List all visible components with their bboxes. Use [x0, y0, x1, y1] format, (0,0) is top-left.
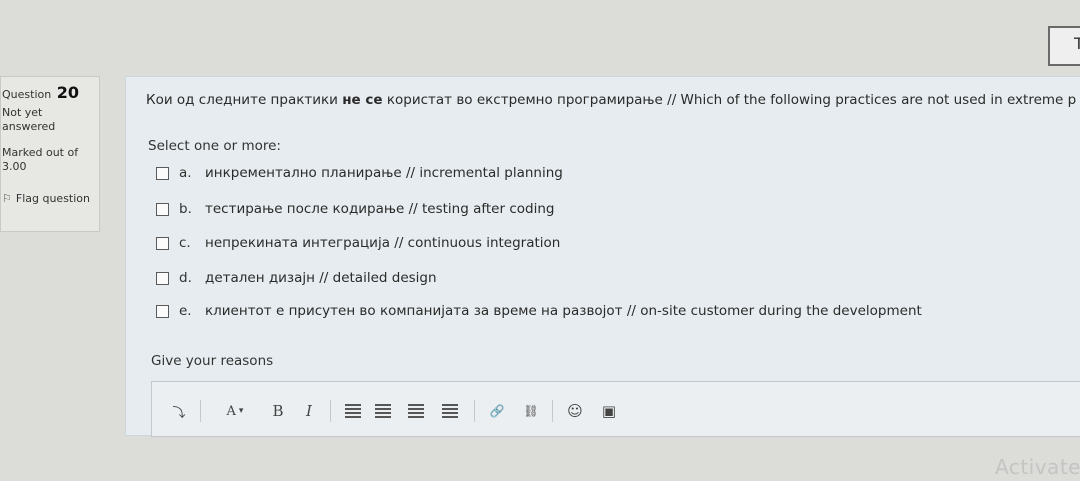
indent-button[interactable]	[441, 402, 459, 420]
option-e-letter: e.	[179, 303, 192, 319]
emoticon-button[interactable]: ☺	[566, 402, 584, 420]
option-b-checkbox[interactable]	[156, 202, 169, 216]
question-label: Question	[2, 88, 52, 101]
bullet-list-button[interactable]	[344, 402, 362, 420]
option-e-label: клиентот е присутен во компанијата за вр…	[205, 303, 922, 319]
toolbar-separator	[552, 400, 553, 422]
option-c[interactable]: c. непрекината интеграција // continuous…	[156, 235, 560, 251]
flag-label: Flag question	[15, 192, 91, 205]
option-b-label: тестирање после кодирање // testing afte…	[205, 201, 555, 217]
toolbar-separator	[330, 400, 331, 422]
answer-editor[interactable]: ⤵ A ▾ B I 🔗 ⛓ ☺ ▣	[151, 381, 1080, 437]
marked-line-1: Marked out of	[2, 146, 79, 159]
option-a-checkbox[interactable]	[156, 166, 169, 180]
option-d[interactable]: d. детален дизајн // detailed design	[156, 270, 437, 286]
corner-widget[interactable]: T	[1048, 26, 1080, 66]
unlink-button[interactable]: ⛓	[522, 402, 540, 420]
option-c-checkbox[interactable]	[156, 236, 169, 250]
question-number: 20	[56, 83, 79, 102]
link-button[interactable]: 🔗	[488, 402, 506, 420]
option-a-label: инкрементално планирање // incremental p…	[205, 165, 563, 181]
question-text-bold: не се	[342, 92, 383, 108]
toolbar-separator	[474, 400, 475, 422]
option-c-letter: c.	[179, 235, 191, 251]
option-c-label: непрекината интеграција // continuous in…	[205, 235, 561, 251]
reasons-label: Give your reasons	[151, 353, 274, 369]
question-text: Кои од следните практики не се користат …	[146, 92, 1076, 108]
chevron-down-icon: ▾	[238, 406, 244, 416]
numbered-list-icon	[375, 404, 391, 418]
option-d-letter: d.	[179, 270, 192, 286]
italic-button[interactable]: I	[302, 402, 316, 420]
status-line-1: Not yet	[2, 106, 43, 119]
outdent-icon	[408, 404, 424, 418]
flag-question-link[interactable]: ⚐ Flag question	[2, 192, 99, 205]
numbered-list-button[interactable]	[374, 402, 392, 420]
option-e-checkbox[interactable]	[156, 304, 169, 318]
question-number-line: Question 20	[2, 83, 99, 102]
outdent-button[interactable]	[407, 402, 425, 420]
bullet-list-icon	[345, 404, 361, 418]
option-d-label: детален дизајн // detailed design	[205, 270, 437, 286]
marked-out-of: Marked out of 3.00	[2, 146, 99, 174]
font-color-button[interactable]: A ▾	[218, 402, 252, 420]
indent-icon	[442, 404, 458, 418]
toolbar-separator	[200, 400, 201, 422]
question-text-end: користат во екстремно програмирање // Wh…	[382, 92, 1077, 108]
corner-glyph: T	[1074, 34, 1080, 53]
option-a[interactable]: a. инкрементално планирање // incrementa…	[156, 165, 563, 181]
select-prompt: Select one or more:	[148, 138, 281, 154]
option-b[interactable]: b. тестирање после кодирање // testing a…	[156, 201, 554, 217]
option-d-checkbox[interactable]	[156, 271, 169, 285]
status-text: Not yet answered	[2, 106, 99, 134]
question-text-start: Кои од следните практики	[146, 92, 343, 108]
insert-image-button[interactable]: ▣	[600, 402, 618, 420]
option-b-letter: b.	[179, 201, 192, 217]
option-a-letter: a.	[179, 165, 192, 181]
activate-windows-watermark: Activate	[995, 455, 1080, 479]
option-e[interactable]: e. клиентот е присутен во компанијата за…	[156, 303, 922, 319]
status-line-2: answered	[2, 120, 56, 133]
question-content: Кои од следните практики не се користат …	[125, 76, 1080, 437]
font-color-icon: A	[226, 403, 236, 419]
bold-button[interactable]: B	[270, 402, 286, 420]
flag-icon: ⚐	[2, 192, 12, 205]
expand-toolbar-icon[interactable]: ⤵	[172, 402, 186, 421]
question-info-panel: Question 20 Not yet answered Marked out …	[0, 76, 100, 232]
marked-line-2: 3.00	[2, 160, 27, 173]
